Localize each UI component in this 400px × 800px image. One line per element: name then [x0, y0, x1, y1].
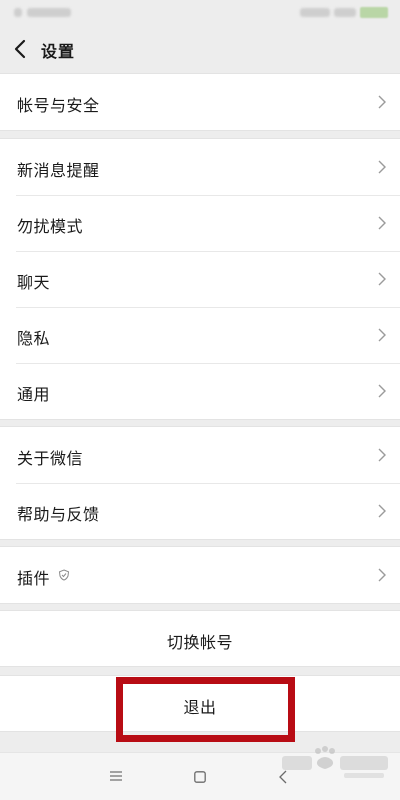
back-arrow-icon[interactable]	[12, 38, 30, 60]
chevron-right-icon	[378, 216, 386, 230]
chevron-right-icon	[378, 160, 386, 174]
status-bar	[0, 0, 400, 26]
nav-bar: 设置	[0, 26, 400, 72]
chevron-right-icon	[378, 568, 386, 582]
settings-item-account-security[interactable]: 帐号与安全	[0, 74, 400, 130]
battery-icon	[360, 7, 388, 18]
chevron-right-icon	[378, 95, 386, 109]
shield-icon	[58, 569, 70, 581]
settings-item-about-wechat[interactable]: 关于微信	[0, 427, 400, 483]
settings-group-about: 关于微信 帮助与反馈	[0, 426, 400, 540]
watermark-logo	[282, 746, 388, 778]
settings-item-label: 帐号与安全	[17, 96, 100, 115]
settings-item-do-not-disturb[interactable]: 勿扰模式	[0, 195, 400, 251]
settings-group-account: 帐号与安全	[0, 73, 400, 131]
settings-item-new-message-alert[interactable]: 新消息提醒	[0, 139, 400, 195]
settings-item-label: 帮助与反馈	[17, 505, 100, 524]
settings-item-label: 勿扰模式	[17, 217, 84, 236]
status-right	[300, 7, 388, 18]
settings-item-label: 新消息提醒	[17, 161, 100, 180]
status-icons	[300, 8, 330, 17]
chevron-right-icon	[378, 328, 386, 342]
home-icon[interactable]	[194, 771, 206, 783]
settings-item-plugins[interactable]: 插件	[0, 547, 400, 603]
carrier-text	[27, 8, 71, 17]
menu-icon[interactable]	[110, 771, 122, 781]
signal-icon	[14, 8, 22, 17]
settings-item-label: 聊天	[17, 273, 51, 292]
page-title: 设置	[41, 42, 76, 61]
chevron-right-icon	[378, 384, 386, 398]
settings-item-label: 插件	[17, 569, 51, 588]
chevron-right-icon	[378, 448, 386, 462]
settings-group-plugins: 插件	[0, 546, 400, 604]
time-text	[334, 8, 356, 17]
highlight-annotation-box	[116, 677, 295, 742]
chevron-right-icon	[378, 272, 386, 286]
settings-item-label: 隐私	[17, 329, 51, 348]
settings-item-general[interactable]: 通用	[0, 363, 400, 419]
settings-item-label: 关于微信	[17, 449, 84, 468]
status-left	[14, 8, 71, 17]
settings-item-privacy[interactable]: 隐私	[0, 307, 400, 363]
settings-group-general: 新消息提醒 勿扰模式 聊天 隐私 通用	[0, 138, 400, 420]
settings-item-chat[interactable]: 聊天	[0, 251, 400, 307]
settings-item-label: 通用	[17, 385, 51, 404]
switch-account-label: 切换帐号	[166, 633, 233, 652]
chevron-right-icon	[378, 504, 386, 518]
switch-account-button[interactable]: 切换帐号	[0, 610, 400, 667]
settings-item-help-feedback[interactable]: 帮助与反馈	[0, 483, 400, 539]
